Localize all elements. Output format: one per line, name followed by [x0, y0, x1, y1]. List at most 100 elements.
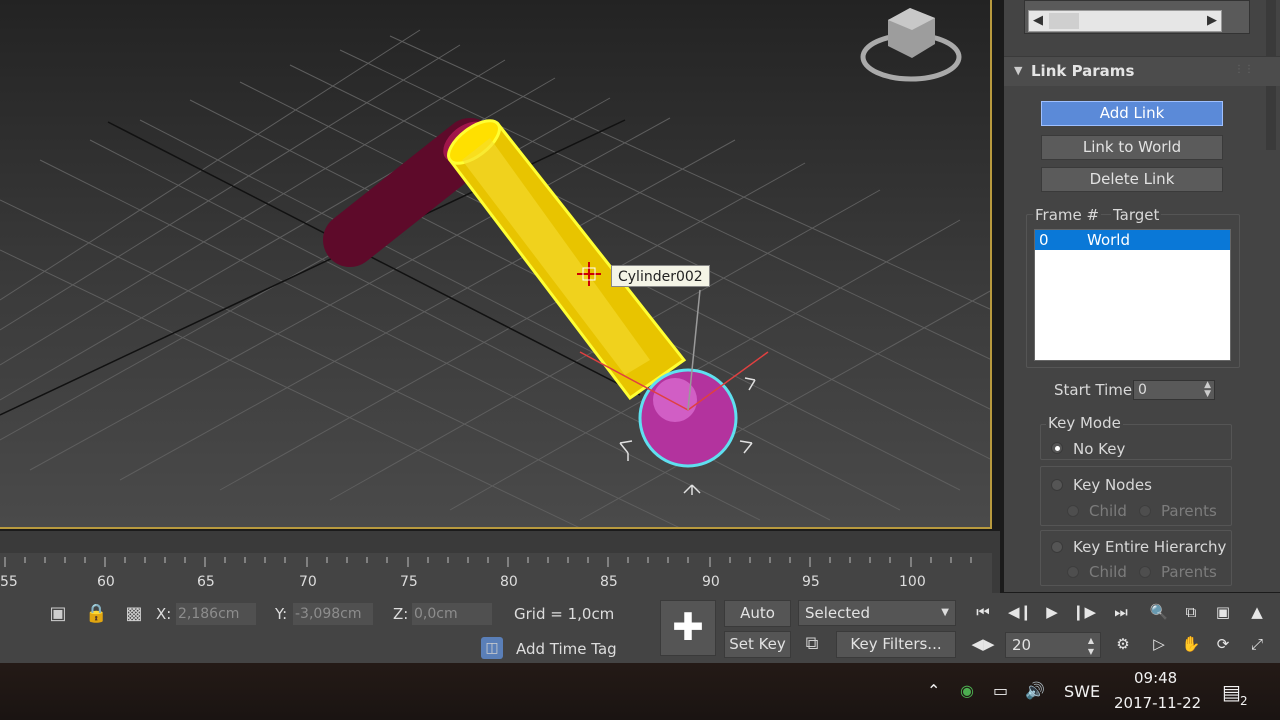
tick-label: 70	[299, 574, 317, 590]
child2-label: Child	[1089, 563, 1127, 581]
set-key-big-icon[interactable]: ✚	[660, 600, 716, 656]
key-nodes-label: Key Nodes	[1073, 476, 1152, 494]
chevron-up-icon[interactable]: ⌃	[927, 681, 940, 700]
rollout-title: Link Params	[1031, 62, 1135, 80]
selection-set-dropdown[interactable]: Selected ▼	[798, 600, 956, 626]
key-mode-icon[interactable]: ◀▶	[970, 632, 996, 656]
start-time-spinner[interactable]: 0 ▲ ▼	[1133, 380, 1215, 400]
key-entire-hierarchy-radio[interactable]	[1051, 541, 1063, 553]
network-status-icon[interactable]: ◉	[960, 681, 974, 700]
absolute-mode-icon[interactable]: ▩	[123, 603, 145, 625]
key-mode-toggle-icon[interactable]: ⧉	[801, 633, 823, 655]
list-item[interactable]: 0 World	[1035, 230, 1230, 250]
key-mode-label: Key Mode	[1046, 414, 1123, 432]
no-key-radio[interactable]	[1051, 442, 1063, 454]
zoom-all-icon[interactable]: ⧉	[1178, 600, 1204, 624]
parents-label: Parents	[1161, 502, 1217, 520]
no-key-label: No Key	[1073, 440, 1126, 458]
track-bar-ruler[interactable]	[0, 553, 992, 593]
horizontal-scrollbar[interactable]: ◀ ▶	[1028, 10, 1222, 32]
tick-label: 80	[500, 574, 518, 590]
parents2-radio[interactable]	[1139, 566, 1151, 578]
maximize-viewport-icon[interactable]: ⤢	[1244, 632, 1270, 656]
scroll-right-icon[interactable]: ▶	[1203, 11, 1221, 31]
child-radio[interactable]	[1067, 505, 1079, 517]
tick-label: 65	[197, 574, 215, 590]
frame-column-header: Frame #	[1033, 206, 1102, 224]
parents2-label: Parents	[1161, 563, 1217, 581]
object-tooltip: Cylinder002	[611, 265, 710, 287]
start-time-value: 0	[1138, 382, 1147, 398]
child-label: Child	[1089, 502, 1127, 520]
grip-icon: ⋮⋮	[1234, 64, 1254, 75]
current-frame-spinner[interactable]: 20 ▲ ▼	[1005, 632, 1101, 658]
frame-cell: 0	[1039, 231, 1049, 249]
language-indicator[interactable]: SWE	[1064, 682, 1100, 701]
target-cell: World	[1087, 231, 1130, 249]
tick-label: 60	[97, 574, 115, 590]
selection-set-value: Selected	[805, 604, 871, 622]
time-tag-icon[interactable]: ◫	[481, 637, 503, 659]
chevron-down-icon: ▼	[941, 607, 949, 618]
clock-date[interactable]: 2017-11-22	[1114, 694, 1201, 712]
add-link-button[interactable]: Add Link	[1041, 101, 1223, 126]
tick-label: 75	[400, 574, 418, 590]
go-to-end-icon[interactable]: ⏭	[1108, 600, 1134, 624]
link-params-rollout[interactable]: ▼ Link Params ⋮⋮	[1004, 56, 1280, 86]
start-time-label: Start Time:	[1054, 381, 1138, 399]
play-icon[interactable]: ▶	[1039, 600, 1065, 624]
viewcube-icon[interactable]	[860, 8, 962, 82]
spinner-arrows-icon[interactable]: ▲ ▼	[1088, 635, 1094, 657]
delete-link-button[interactable]: Delete Link	[1041, 167, 1223, 192]
parents-radio[interactable]	[1139, 505, 1151, 517]
tick-label: 85	[600, 574, 618, 590]
y-coordinate-field[interactable]: -3,098cm	[293, 603, 373, 625]
x-coordinate-field[interactable]: 2,186cm	[176, 603, 256, 625]
sphere001[interactable]	[638, 368, 738, 468]
home-grid	[0, 29, 990, 527]
scroll-left-icon[interactable]: ◀	[1029, 11, 1047, 31]
tick-label: 90	[702, 574, 720, 590]
scene-canvas	[0, 8, 990, 527]
link-list[interactable]: 0 World	[1034, 229, 1231, 361]
target-column-header: Target	[1111, 206, 1162, 224]
device-icon[interactable]: ▭	[993, 681, 1008, 700]
pan-view-hand-icon[interactable]: ✋	[1178, 632, 1204, 656]
ruler-ticks	[4, 557, 972, 567]
add-time-tag-label[interactable]: Add Time Tag	[516, 640, 617, 658]
tick-label: 100	[899, 574, 926, 590]
auto-key-button[interactable]: Auto Key	[724, 600, 791, 647]
lock-icon[interactable]: 🔒	[85, 603, 107, 625]
x-label: X:	[156, 605, 172, 623]
key-entire-hierarchy-label: Key Entire Hierarchy	[1073, 538, 1227, 556]
tick-label: 55	[0, 574, 18, 590]
time-configuration-icon[interactable]: ⚙	[1110, 632, 1136, 656]
current-frame-value: 20	[1012, 636, 1032, 654]
zoom-icon[interactable]: 🔍	[1146, 600, 1172, 624]
previous-frame-icon[interactable]: ◀❙	[1007, 600, 1033, 624]
z-label: Z:	[393, 605, 409, 623]
isolate-selection-icon[interactable]: ▣	[47, 603, 69, 625]
link-to-world-button[interactable]: Link to World	[1041, 135, 1223, 160]
field-of-view-icon[interactable]: ▷	[1146, 632, 1172, 656]
zoom-extents-all-icon[interactable]: ▲	[1244, 600, 1270, 624]
tick-label: 95	[802, 574, 820, 590]
orbit-icon[interactable]: ⟳	[1210, 632, 1236, 656]
next-frame-icon[interactable]: ❙▶	[1071, 600, 1097, 624]
grid-size-label: Grid = 1,0cm	[514, 605, 615, 623]
y-label: Y:	[275, 605, 288, 623]
scroll-thumb[interactable]	[1049, 13, 1079, 29]
key-nodes-radio[interactable]	[1051, 479, 1063, 491]
zoom-extents-icon[interactable]: ▣	[1210, 600, 1236, 624]
key-filters-button[interactable]: Key Filters...	[836, 631, 956, 658]
spinner-arrows-icon[interactable]: ▲ ▼	[1204, 381, 1211, 399]
volume-icon[interactable]: 🔊	[1025, 681, 1045, 700]
set-key-button[interactable]: Set Key	[724, 631, 791, 658]
collapse-icon[interactable]: ▼	[1014, 64, 1022, 77]
go-to-start-icon[interactable]: ⏮	[970, 600, 996, 624]
child2-radio[interactable]	[1067, 566, 1079, 578]
clock-time[interactable]: 09:48	[1134, 669, 1177, 687]
perspective-viewport[interactable]: Cylinder002	[0, 0, 992, 529]
z-coordinate-field[interactable]: 0,0cm	[412, 603, 492, 625]
notification-center-icon[interactable]: ▤	[1222, 680, 1241, 704]
